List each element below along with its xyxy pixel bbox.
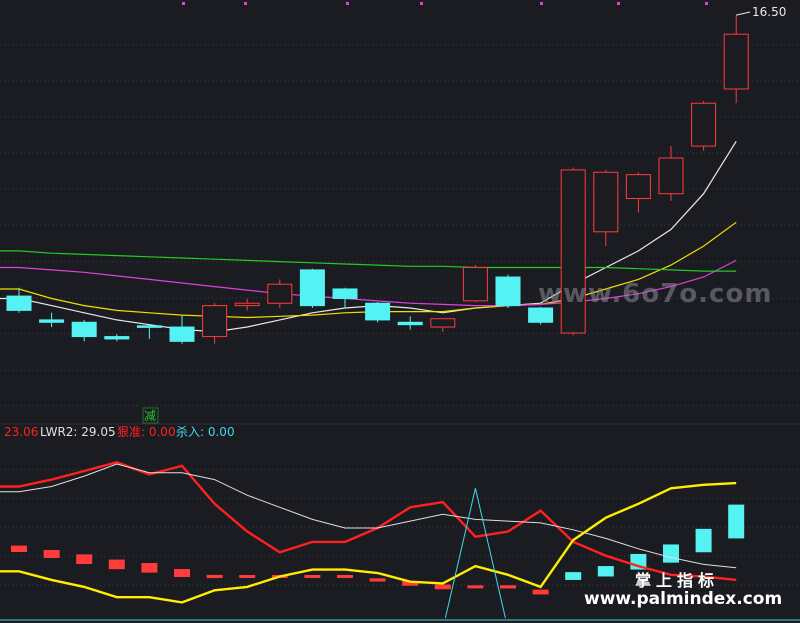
candle-body bbox=[6, 295, 32, 311]
legend-henzhun: 狠准: 0.00 bbox=[117, 425, 176, 439]
ind-bar-15 bbox=[500, 585, 516, 589]
watermark-site-small: www.palmindex.com bbox=[584, 589, 782, 609]
candle-15 bbox=[495, 274, 521, 308]
candle-body bbox=[462, 267, 488, 302]
candle-20 bbox=[658, 146, 684, 201]
indicator-legend: 23.06 LWR2: 29.05 狠准: 0.00 杀入: 0.00 bbox=[4, 424, 235, 439]
candle-12 bbox=[397, 316, 423, 330]
ind-bar-0 bbox=[11, 545, 27, 552]
candle-body bbox=[299, 269, 325, 307]
ind-bar-11 bbox=[369, 578, 386, 582]
top-tick-4 bbox=[540, 2, 543, 5]
candle-11 bbox=[365, 302, 391, 323]
ma-line-3 bbox=[0, 250, 737, 272]
ind-bar-22 bbox=[728, 504, 745, 539]
stock-chart: 16.50 减 23.06 LWR2: 29.05 狠准: 0.00 杀入: 0… bbox=[0, 2, 800, 621]
candle-21 bbox=[691, 100, 717, 151]
candle-7 bbox=[234, 298, 260, 311]
candle-body bbox=[234, 302, 260, 307]
candle-19 bbox=[625, 172, 651, 213]
reduce-marker: 减 bbox=[144, 409, 156, 423]
candle-body bbox=[169, 326, 195, 342]
max-price-annotation: 16.50 bbox=[736, 5, 786, 19]
ind-bar-10 bbox=[337, 574, 353, 578]
candle-body bbox=[71, 321, 97, 338]
candle-9 bbox=[299, 268, 325, 308]
candle-body bbox=[691, 102, 717, 147]
candle-body bbox=[202, 305, 228, 338]
ind-bar-16 bbox=[532, 589, 549, 595]
candle-18 bbox=[593, 169, 619, 247]
ind-bar-4 bbox=[141, 563, 158, 573]
candle-body bbox=[528, 307, 554, 323]
candle-2 bbox=[71, 319, 97, 342]
candle-body bbox=[723, 33, 749, 90]
ind-bar-7 bbox=[239, 574, 256, 578]
top-tick-2 bbox=[346, 2, 349, 5]
ind-bar-21 bbox=[695, 528, 712, 553]
ind-line-1 bbox=[0, 463, 737, 569]
ind-bar-1 bbox=[43, 549, 60, 558]
candle-4 bbox=[136, 324, 162, 339]
watermark-brand: 掌上指标 bbox=[635, 571, 719, 590]
ind-bar-13 bbox=[434, 584, 451, 590]
candle-body bbox=[39, 319, 65, 323]
candle-body bbox=[593, 171, 619, 233]
kill-signal-spike bbox=[444, 488, 506, 619]
candle-body bbox=[658, 157, 684, 195]
candle-body bbox=[397, 321, 423, 326]
candle-5 bbox=[169, 315, 195, 344]
ind-bar-9 bbox=[304, 574, 321, 578]
candle-8 bbox=[267, 279, 293, 308]
candle-17 bbox=[560, 167, 586, 336]
legend-lwr2: LWR2: 29.05 bbox=[40, 425, 116, 439]
candle-body bbox=[267, 283, 293, 304]
ind-bar-2 bbox=[76, 554, 93, 564]
ind-bar-6 bbox=[206, 574, 223, 579]
candle-body bbox=[365, 302, 391, 321]
candle-body bbox=[625, 174, 651, 199]
ind-bar-18 bbox=[597, 566, 614, 577]
legend-value-main: 23.06 bbox=[4, 425, 38, 439]
candle-22 bbox=[723, 15, 749, 104]
ind-bar-5 bbox=[174, 569, 190, 578]
ind-bar-17 bbox=[565, 572, 582, 580]
top-tick-3 bbox=[420, 2, 423, 5]
ind-bar-14 bbox=[467, 585, 484, 589]
candle-body bbox=[104, 336, 130, 340]
top-tick-1 bbox=[244, 2, 247, 5]
ind-bar-3 bbox=[108, 559, 125, 570]
candle-14 bbox=[462, 265, 488, 303]
candle-13 bbox=[430, 318, 456, 332]
candle-body bbox=[495, 276, 521, 307]
signal-marker: 减 bbox=[142, 407, 159, 424]
candle-6 bbox=[202, 303, 228, 344]
candle-body bbox=[430, 318, 456, 328]
legend-sharu: 杀入: 0.00 bbox=[176, 424, 235, 439]
watermark-site-large: www.6o7o.com bbox=[538, 279, 772, 309]
candle-3 bbox=[104, 334, 130, 342]
top-tick-0 bbox=[182, 2, 185, 5]
candle-body bbox=[332, 288, 358, 299]
price-panel-grid bbox=[0, 2, 800, 407]
ind-bar-20 bbox=[663, 544, 679, 563]
max-price-label: 16.50 bbox=[752, 5, 786, 19]
top-tick-6 bbox=[705, 2, 708, 5]
candle-10 bbox=[332, 287, 358, 308]
candle-16 bbox=[528, 306, 554, 325]
candle-body bbox=[136, 325, 162, 328]
top-tick-5 bbox=[617, 2, 620, 5]
candle-1 bbox=[39, 312, 65, 328]
